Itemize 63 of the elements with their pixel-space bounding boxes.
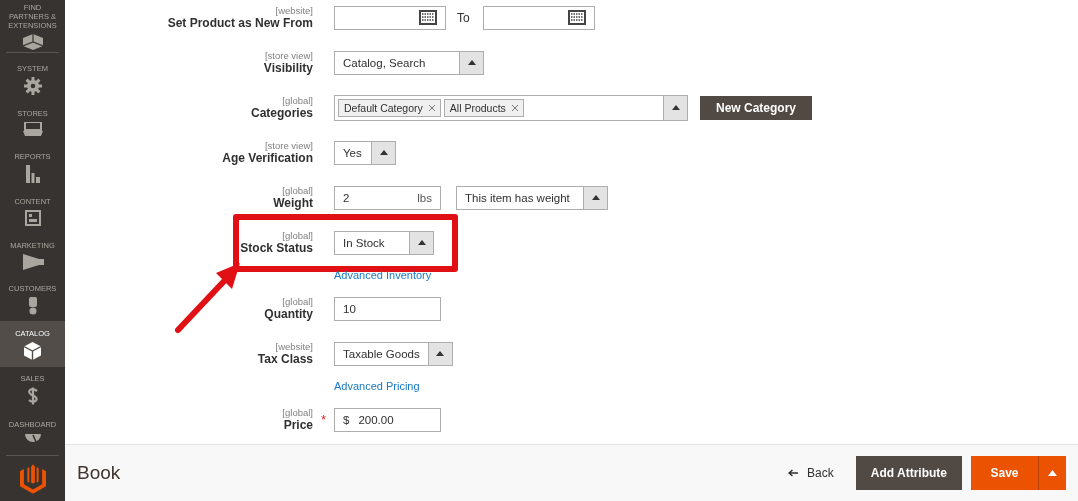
- scope-label: [global]: [282, 296, 313, 307]
- settings-icon: [23, 76, 42, 95]
- price-field[interactable]: $ 200.00: [334, 407, 441, 432]
- field-label: Tax Class: [257, 352, 313, 366]
- select-field[interactable]: In Stock: [334, 230, 434, 255]
- save-button[interactable]: Save: [971, 456, 1038, 490]
- logo-icon[interactable]: [19, 463, 46, 494]
- caret-icon: [436, 351, 445, 356]
- new-category-button[interactable]: New Category: [700, 95, 813, 120]
- select-field[interactable]: Taxable Goods: [334, 341, 453, 366]
- select-field[interactable]: Yes: [334, 140, 396, 165]
- calendar-icon[interactable]: [567, 10, 586, 25]
- required-mark: *: [320, 412, 327, 427]
- arrow-left-icon: [788, 469, 799, 477]
- person-icon: [27, 296, 38, 315]
- scope-label: [store view]: [264, 50, 313, 61]
- dollar-icon: [26, 386, 39, 405]
- date-field[interactable]: [482, 5, 595, 30]
- cube-icon: [24, 341, 41, 360]
- date-field[interactable]: [334, 5, 446, 30]
- select-field[interactable]: Catalog, Search: [334, 50, 484, 75]
- category-tag[interactable]: Default Category: [338, 98, 441, 117]
- field-label: Age Verification: [222, 151, 313, 165]
- cubes-icon: [22, 33, 43, 50]
- page-title: Book: [77, 462, 121, 484]
- category-multiselect[interactable]: Default Category All Products: [334, 94, 688, 121]
- field-label: Weight: [273, 196, 313, 210]
- save-options-button[interactable]: [1038, 456, 1066, 490]
- field-label: Set Product as New From: [167, 16, 313, 30]
- field-label: Categories: [250, 106, 313, 120]
- quantity-field[interactable]: 10: [334, 296, 441, 321]
- layout-icon: [24, 209, 41, 226]
- caret-icon: [1048, 470, 1057, 476]
- close-icon[interactable]: [511, 104, 518, 111]
- add-attribute-button[interactable]: Add Attribute: [855, 456, 962, 490]
- back-link[interactable]: Back: [788, 466, 834, 480]
- scope-label: [global]: [282, 95, 313, 106]
- select-field[interactable]: This item has weight: [456, 185, 608, 210]
- scope-label: [store view]: [264, 140, 313, 151]
- scope-label: [website]: [275, 341, 313, 352]
- scope-label: [global]: [282, 230, 313, 241]
- megaphone-icon: [21, 253, 44, 270]
- caret-icon: [591, 195, 600, 200]
- calendar-icon[interactable]: [419, 10, 437, 25]
- close-icon[interactable]: [428, 104, 435, 111]
- field-label: Quantity: [264, 307, 313, 321]
- caret-icon: [417, 240, 426, 245]
- caret-icon: [467, 60, 476, 65]
- field-label: Price: [283, 418, 313, 432]
- scope-label: [website]: [275, 5, 313, 16]
- category-tag[interactable]: All Products: [443, 98, 524, 117]
- caret-icon: [671, 105, 680, 110]
- to-label: To: [457, 10, 470, 25]
- scope-label: [global]: [282, 407, 313, 418]
- field-label: Visibility: [263, 61, 313, 75]
- storefront-icon: [22, 121, 43, 138]
- scope-label: [global]: [282, 185, 313, 196]
- weight-field[interactable]: 2 lbs: [334, 185, 441, 210]
- advanced-link[interactable]: Advanced Inventory: [334, 265, 441, 286]
- advanced-link[interactable]: Advanced Pricing: [334, 376, 441, 397]
- caret-icon: [379, 150, 388, 155]
- bar-chart-icon: [25, 164, 40, 183]
- field-label: Stock Status: [240, 241, 313, 255]
